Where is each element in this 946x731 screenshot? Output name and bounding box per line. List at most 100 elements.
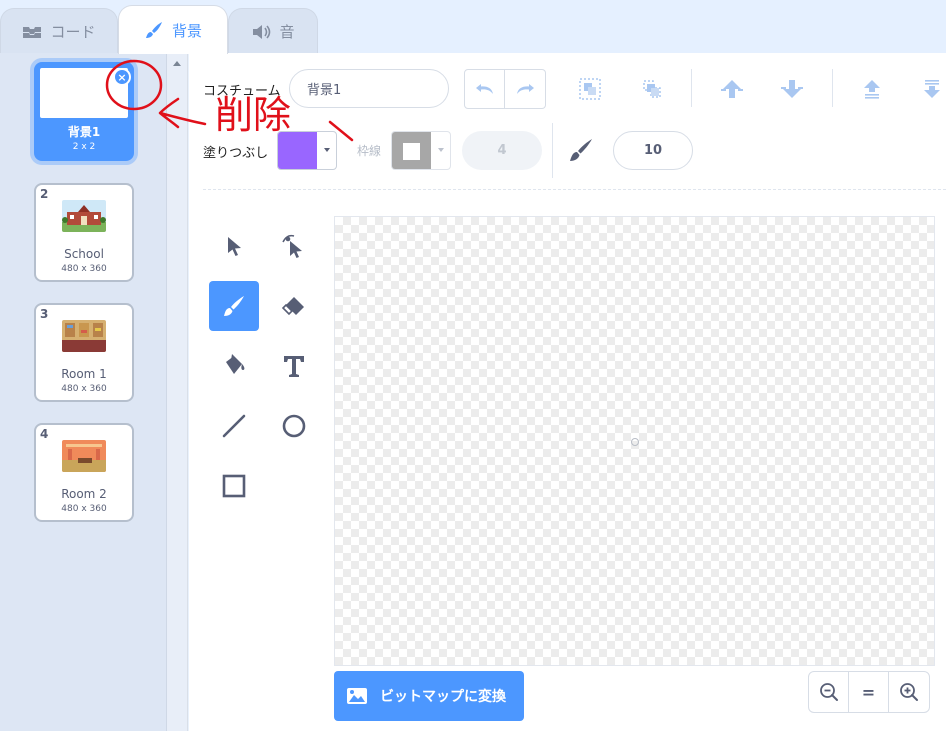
backdrop-size: 2 x 2 [72,142,96,152]
zoom-out-button[interactable] [809,672,849,712]
paint-editor-window: コード 背景 音 1 背景1 2 x 2 × [0,0,946,731]
brush-tool[interactable] [209,281,259,331]
paint-editor: コスチューム 背景1 塗りつぶし 枠線 4 10 ビットマップに変換 = [189,53,946,731]
tab-code-label: コード [50,23,96,41]
back-button[interactable] [913,70,946,108]
costume-name-input[interactable]: 背景1 [289,69,449,108]
tab-sounds[interactable]: 音 [228,8,318,54]
code-icon [23,26,42,38]
undo-button[interactable] [464,69,505,109]
arrow-down-icon [781,80,803,98]
backdrop-number: 3 [40,307,49,321]
rectangle-tool[interactable] [209,461,259,511]
text-icon [284,356,304,377]
canvas-center-marker [631,438,639,446]
tab-backdrops-label: 背景 [171,21,202,40]
convert-to-bitmap-label: ビットマップに変換 [380,689,506,705]
fill-label: 塗りつぶし [203,146,269,161]
room-image [62,440,106,472]
chevron-down-icon [438,148,444,152]
toolbar-separator [691,69,692,107]
reshape-tool[interactable] [269,221,319,271]
backdrop-size: 480 x 360 [61,504,107,514]
room-image [62,320,106,352]
toolbar-divider [203,189,946,190]
forward-button[interactable] [713,70,751,108]
backdrop-thumbnail-room2 [62,440,106,472]
drawing-canvas[interactable] [334,216,935,666]
group-icon [579,78,601,100]
backdrop-number: 2 [40,187,49,201]
backdrop-card-1[interactable]: 1 背景1 2 x 2 × [34,62,134,161]
zoom-out-icon [819,683,838,701]
zoom-in-button[interactable] [889,672,929,712]
tab-code[interactable]: コード [0,8,118,54]
fill-color-picker[interactable] [277,131,337,170]
rectangle-icon [222,474,246,498]
undo-icon [475,84,493,94]
backdrop-size: 480 x 360 [61,264,107,274]
backward-button[interactable] [773,70,811,108]
eraser-icon [281,297,304,316]
arrow-pointer-icon [228,237,241,256]
backdrop-thumbnail-school [62,200,106,232]
speaker-icon [253,24,271,39]
eraser-tool[interactable] [269,281,319,331]
delete-backdrop-button[interactable]: × [113,68,131,86]
toolbar-separator [832,69,833,107]
arrow-up-icon [864,80,880,99]
circle-icon [282,414,306,438]
scroll-up-arrow-icon[interactable] [173,61,181,66]
line-icon [222,414,246,438]
backdrop-name: School [64,247,104,261]
brush-size-input[interactable]: 10 [613,131,693,170]
toolbar-separator [552,123,553,178]
backdrop-name: 背景1 [67,125,101,139]
paint-bucket-icon [226,354,245,374]
backdrop-size: 480 x 360 [61,384,107,394]
outline-swatch-inner [403,143,420,160]
backdrop-number: 4 [40,427,49,441]
fill-color-swatch [278,132,317,169]
arrow-up-icon [721,80,743,98]
backdrop-name: Room 2 [61,487,107,501]
tab-bar: コード 背景 音 [0,0,946,54]
paintbrush-icon [570,139,592,161]
convert-to-bitmap-button[interactable]: ビットマップに変換 [334,671,524,721]
redo-button[interactable] [505,69,546,109]
outline-label: 枠線 [357,144,382,158]
select-tool[interactable] [209,221,259,271]
group-button[interactable] [571,70,609,108]
image-icon [347,688,367,704]
brush-size-icon-wrap [562,131,600,169]
backdrop-thumbnail-room1 [62,320,106,352]
reshape-icon [282,234,302,258]
outline-width-input[interactable]: 4 [462,131,542,170]
backdrop-list: 1 背景1 2 x 2 × 2 [0,53,167,731]
ungroup-button[interactable] [633,70,671,108]
tab-backdrops[interactable]: 背景 [118,5,228,54]
zoom-controls: = [808,671,930,713]
fill-tool[interactable] [209,341,259,391]
text-tool[interactable] [269,341,319,391]
ungroup-icon [643,80,661,98]
paintbrush-icon [145,22,162,38]
arrow-down-icon [924,80,940,98]
redo-icon [517,84,534,94]
front-button[interactable] [853,70,891,108]
tab-sounds-label: 音 [279,23,295,41]
close-icon: × [117,70,127,84]
paintbrush-icon [224,296,244,316]
zoom-reset-button[interactable]: = [849,672,889,712]
zoom-reset-label: = [861,682,876,702]
school-image [62,200,106,232]
circle-tool[interactable] [269,401,319,451]
line-tool[interactable] [209,401,259,451]
outline-color-picker[interactable] [391,131,451,170]
zoom-in-icon [900,683,918,701]
chevron-down-icon [324,148,330,152]
backdrop-card-4[interactable]: 4 Room 2 480 x 360 [34,423,134,522]
backdrop-card-3[interactable]: 3 Room 1 480 x 360 [34,303,134,402]
backdrop-list-scrollbar[interactable] [167,53,188,731]
backdrop-card-2[interactable]: 2 School 480 x 360 [34,183,134,282]
